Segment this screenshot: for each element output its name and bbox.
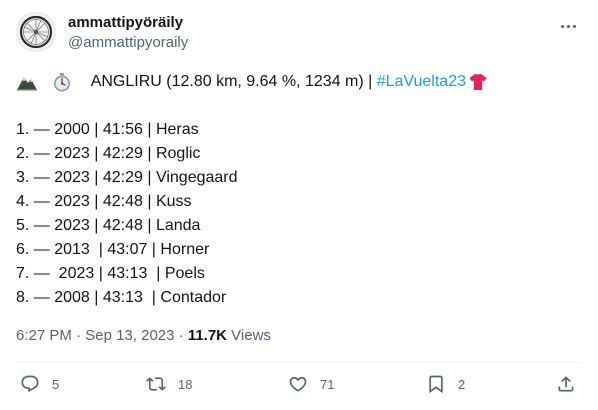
divider xyxy=(16,362,582,363)
share-icon xyxy=(558,376,574,392)
result-line: 4. — 2023 | 42:48 | Kuss xyxy=(16,193,192,210)
retweet-button[interactable]: 18 xyxy=(146,374,192,394)
reply-button[interactable]: 5 xyxy=(20,374,59,394)
result-line: 2. — 2023 | 42:29 | Roglic xyxy=(16,145,201,162)
more-options-icon[interactable] xyxy=(554,16,582,36)
bookmark-button[interactable]: 2 xyxy=(426,374,465,394)
meta-separator: · xyxy=(174,327,188,344)
retweet-count: 18 xyxy=(178,376,193,392)
tweet-title-text: ANGLIRU (12.80 km, 9.64 %, 1234 m) | xyxy=(87,73,377,90)
views-label: Views xyxy=(227,327,271,344)
like-count: 71 xyxy=(320,376,335,392)
bookmark-icon xyxy=(429,375,443,394)
like-button[interactable]: 71 xyxy=(288,374,334,394)
tweet-date[interactable]: Sep 13, 2023 xyxy=(85,327,174,344)
retweet-icon xyxy=(146,377,166,391)
heart-icon xyxy=(289,376,307,392)
result-line: 6. — 2013 | 43:07 | Horner xyxy=(16,241,210,258)
hashtag-link[interactable]: #LaVuelta23 xyxy=(377,70,466,94)
tweet-meta: 6:27 PM · Sep 13, 2023 · 11.7K Views xyxy=(16,326,271,346)
tweet-title-line: ANGLIRU (12.80 km, 9.64 %, 1234 m) | #La… xyxy=(16,70,582,94)
result-line: 3. — 2023 | 42:29 | Vingegaard xyxy=(16,169,238,186)
result-line: 7. — 2023 | 43:13 | Poels xyxy=(16,265,205,282)
tweet-text: ANGLIRU (12.80 km, 9.64 %, 1234 m) | #La… xyxy=(16,70,582,310)
action-bar: 5 18 71 2 xyxy=(16,370,582,404)
red-jersey-emoji-icon xyxy=(466,24,502,140)
share-button[interactable] xyxy=(556,374,576,394)
bookmark-count: 2 xyxy=(458,376,466,392)
reply-count: 5 xyxy=(52,376,60,392)
reply-icon xyxy=(21,375,39,393)
meta-separator: · xyxy=(71,327,86,344)
result-line: 8. — 2008 | 43:13 | Contador xyxy=(16,289,227,306)
tweet-card: ammattipyöräily @ammattipyoraily ANGLIRU… xyxy=(0,0,598,410)
tweet-time[interactable]: 6:27 PM xyxy=(16,327,72,344)
result-line: 5. — 2023 | 42:48 | Landa xyxy=(16,217,201,234)
views-count: 11.7K xyxy=(187,327,228,344)
